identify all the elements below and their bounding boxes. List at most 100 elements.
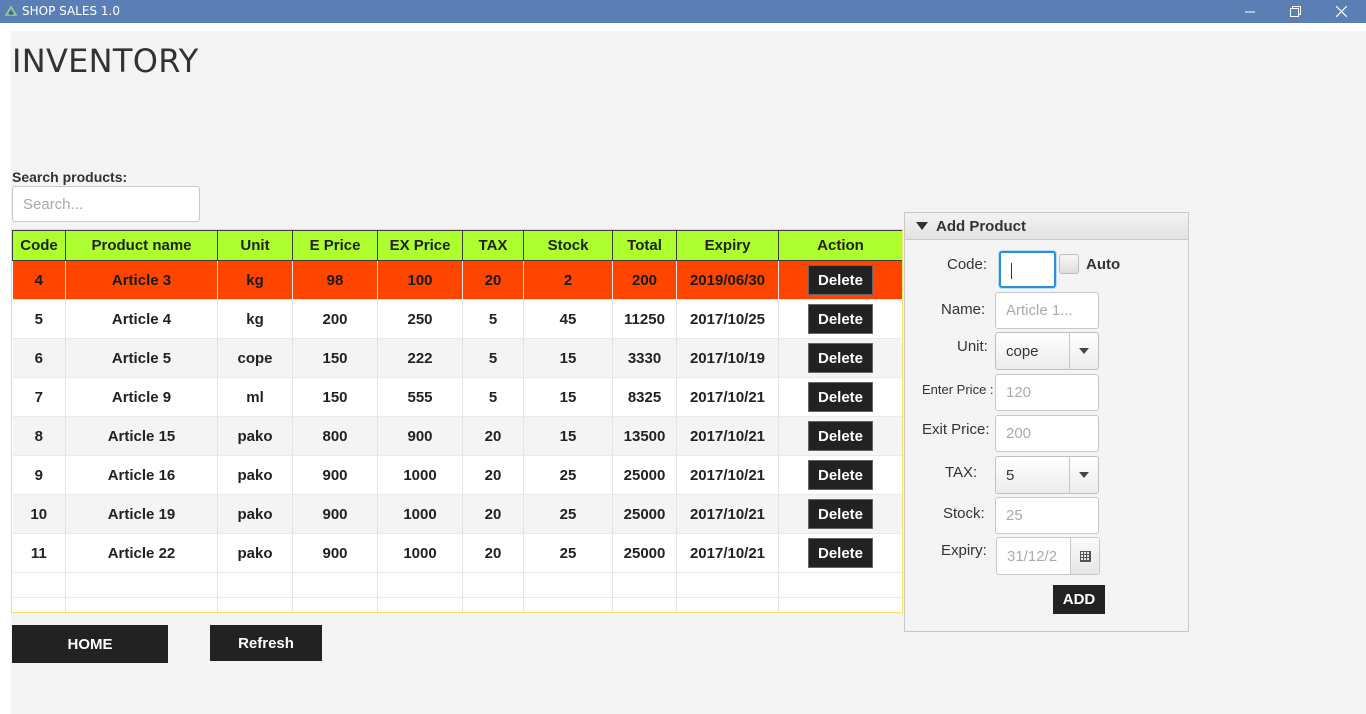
expiry-datepicker[interactable]: 31/12/2: [996, 537, 1100, 575]
add-product-header[interactable]: Add Product: [905, 213, 1188, 240]
cell-code: 9: [12, 455, 66, 495]
cell-expiry: 2017/10/21: [676, 416, 779, 456]
cell-e-price: 150: [292, 338, 378, 378]
search-input[interactable]: [12, 186, 200, 222]
cell-ex-price: 100: [377, 260, 463, 300]
column-header-ex-price[interactable]: EX Price: [377, 230, 463, 261]
column-header-total[interactable]: Total: [612, 230, 677, 261]
page-title: INVENTORY: [12, 42, 199, 80]
empty-cell: [65, 572, 218, 598]
cell-unit: pako: [217, 533, 293, 573]
cell-stock: 25: [523, 455, 613, 495]
enter-price-field[interactable]: [995, 374, 1099, 411]
table-row[interactable]: 7 Article 9 ml 150 555 5 15 8325 2017/10/21 Delet…: [12, 377, 902, 417]
table-row[interactable]: 11 Article 22 pako 900 1000 20 25 25000 2017/10/…: [12, 533, 902, 573]
cell-product-name: Article 16: [65, 455, 218, 495]
cell-expiry: 2019/06/30: [676, 260, 779, 300]
column-header-product-name[interactable]: Product name: [65, 230, 218, 261]
delete-button[interactable]: Delete: [808, 460, 873, 490]
column-header-tax[interactable]: TAX: [462, 230, 524, 261]
cell-tax: 20: [462, 533, 524, 573]
table-row[interactable]: 5 Article 4 kg 200 250 5 45 11250 2017/10/25 Dele…: [12, 299, 902, 339]
cell-code: 5: [12, 299, 66, 339]
cell-action: Delete: [778, 416, 902, 456]
delete-button[interactable]: Delete: [808, 421, 873, 451]
cell-unit: kg: [217, 299, 293, 339]
column-header-code[interactable]: Code: [12, 230, 66, 261]
column-header-unit[interactable]: Unit: [217, 230, 293, 261]
table-row[interactable]: 6 Article 5 cope 150 222 5 15 3330 2017/10/19 Del…: [12, 338, 902, 378]
cell-e-price: 900: [292, 455, 378, 495]
chevron-down-icon[interactable]: [1069, 333, 1098, 369]
calendar-icon: [1079, 550, 1091, 562]
cell-unit: kg: [217, 260, 293, 300]
cell-unit: pako: [217, 416, 293, 456]
table-row[interactable]: 10 Article 19 pako 900 1000 20 25 25000 2017/10/…: [12, 494, 902, 534]
cell-stock: 45: [523, 299, 613, 339]
add-product-button[interactable]: ADD: [1053, 585, 1105, 614]
cell-code: 10: [12, 494, 66, 534]
unit-select[interactable]: cope: [995, 332, 1099, 370]
restore-icon: [1289, 6, 1301, 17]
exit-price-field[interactable]: [995, 415, 1099, 452]
cell-total: 25000: [612, 533, 677, 573]
cell-product-name: Article 9: [65, 377, 218, 417]
minimize-icon: [1245, 11, 1255, 12]
cell-code: 4: [12, 260, 66, 300]
chevron-down-icon[interactable]: [1069, 457, 1098, 493]
cell-product-name: Article 15: [65, 416, 218, 456]
cell-e-price: 98: [292, 260, 378, 300]
table-row[interactable]: 8 Article 15 pako 800 900 20 15 13500 2017/10/21…: [12, 416, 902, 456]
add-product-title: Add Product: [936, 217, 1026, 235]
cell-e-price: 150: [292, 377, 378, 417]
cell-total: 3330: [612, 338, 677, 378]
empty-cell: [12, 572, 66, 598]
cell-stock: 25: [523, 494, 613, 534]
code-field[interactable]: [999, 251, 1056, 288]
cell-expiry: 2017/10/19: [676, 338, 779, 378]
cell-ex-price: 222: [377, 338, 463, 378]
column-header-expiry[interactable]: Expiry: [676, 230, 779, 261]
refresh-button[interactable]: Refresh: [210, 625, 322, 661]
empty-cell: [676, 597, 779, 612]
search-label: Search products:: [12, 169, 128, 185]
expiry-date-value: 31/12/2: [1007, 548, 1058, 565]
restore-button[interactable]: [1272, 0, 1318, 23]
delete-button[interactable]: Delete: [808, 265, 873, 295]
cell-total: 13500: [612, 416, 677, 456]
column-header-stock[interactable]: Stock: [523, 230, 613, 261]
cell-action: Delete: [778, 533, 902, 573]
cell-ex-price: 1000: [377, 455, 463, 495]
minimize-button[interactable]: [1227, 0, 1273, 23]
tax-select[interactable]: 5: [995, 456, 1099, 494]
home-button[interactable]: HOME: [12, 625, 168, 663]
column-header-e-price[interactable]: E Price: [292, 230, 378, 261]
empty-cell: [12, 597, 66, 612]
stock-field[interactable]: [995, 497, 1099, 534]
table-row[interactable]: 9 Article 16 pako 900 1000 20 25 25000 2017/10/2…: [12, 455, 902, 495]
cell-product-name: Article 19: [65, 494, 218, 534]
cell-stock: 2: [523, 260, 613, 300]
cell-product-name: Article 3: [65, 260, 218, 300]
delete-button[interactable]: Delete: [808, 304, 873, 334]
auto-label: Auto: [1086, 256, 1121, 273]
empty-cell: [217, 572, 293, 598]
column-header-action[interactable]: Action: [778, 230, 902, 261]
delete-button[interactable]: Delete: [808, 382, 873, 412]
calendar-button[interactable]: [1070, 538, 1099, 574]
name-field[interactable]: [995, 292, 1099, 329]
delete-button[interactable]: Delete: [808, 499, 873, 529]
cell-code: 11: [12, 533, 66, 573]
empty-cell: [612, 572, 677, 598]
window-title: SHOP SALES 1.0: [22, 4, 120, 18]
exit-price-label: Exit Price:: [922, 421, 990, 438]
empty-cell: [778, 597, 902, 612]
cell-ex-price: 1000: [377, 533, 463, 573]
cell-ex-price: 555: [377, 377, 463, 417]
close-button[interactable]: [1318, 0, 1364, 23]
auto-checkbox[interactable]: [1059, 254, 1079, 274]
close-icon: [1335, 6, 1347, 17]
delete-button[interactable]: Delete: [808, 538, 873, 568]
table-row[interactable]: 4 Article 3 kg 98 100 20 2 200 2019/06/30 Delete: [12, 260, 902, 300]
delete-button[interactable]: Delete: [808, 343, 873, 373]
